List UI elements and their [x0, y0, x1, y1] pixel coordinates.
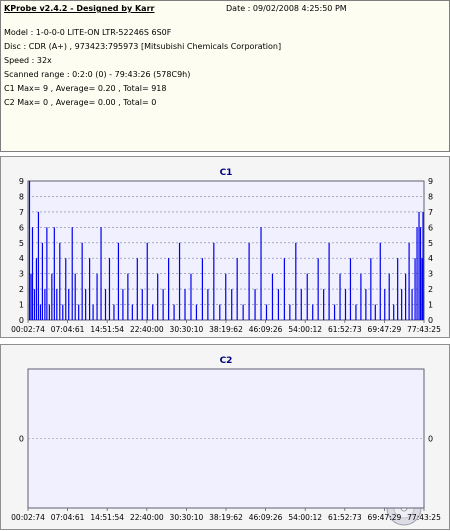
- app-title: KProbe v2.4.2 - Designed by Karr: [4, 4, 155, 13]
- c1-stats-line: C1 Max= 9 , Average= 0.20 , Total= 918: [4, 84, 167, 93]
- c2-stats-line: C2 Max= 0 , Average= 0.00 , Total= 0: [4, 98, 157, 107]
- c1-xtick-label: 07:04:61: [51, 325, 85, 334]
- c1-chart: C1 0 0 1 1 2 2 3 3 4 4 5 5 6 6 7 7 8 8 9 9 00:02:74 07:04:61 14…: [11, 168, 441, 334]
- c1-chart-panel: C1 0 0 1 1 2 2 3 3 4 4 5 5 6 6 7 7 8 8 9 9 00:02:74 07:04:61 14…: [0, 156, 450, 338]
- c2-xtick-label: 00:02:74: [11, 513, 45, 522]
- disc-line: Disc : CDR (A+) , 973423:795973 [Mitsubi…: [4, 42, 282, 51]
- scanned-range-line: Scanned range : 0:2:0 (0) - 79:43:26 (57…: [4, 70, 191, 79]
- c1-xtick-label: 22:40:00: [130, 325, 164, 334]
- c2-xtick-label: 38:19:62: [209, 513, 243, 522]
- model-line: Model : 1-0-0-0 LITE-ON LTR-52246S 6S0F: [4, 28, 172, 37]
- c2-xtick-label: 61:52:73: [328, 513, 362, 522]
- c1-ytick-right: 1: [428, 301, 433, 310]
- c1-xtick-label: 69:47:29: [368, 325, 402, 334]
- c1-xtick-label: 00:02:74: [11, 325, 45, 334]
- c1-ytick-left: 9: [19, 177, 24, 186]
- c1-xtick-label: 30:30:10: [170, 325, 204, 334]
- info-panel: KProbe v2.4.2 - Designed by Karr Date : …: [0, 0, 450, 152]
- c1-ytick-right: 7: [428, 208, 433, 217]
- c2-chart-panel: C2 0 0 00:02:74 07:04:61 14:51:54 22:40:00 30:3…: [0, 344, 450, 530]
- c2-xtick-label: 14:51:54: [90, 513, 124, 522]
- c1-ytick-left: 3: [19, 270, 24, 279]
- c1-ytick-left: 5: [19, 239, 24, 248]
- c1-ytick-right: 8: [428, 192, 433, 201]
- speed-line: Speed : 32x: [4, 56, 52, 65]
- c2-ytick-left: 0: [19, 435, 24, 444]
- c1-title: C1: [220, 168, 233, 178]
- c1-xtick-label: 54:00:12: [288, 325, 322, 334]
- c1-xtick-label: 77:43:25: [407, 325, 441, 334]
- c1-xtick-label: 61:52:73: [328, 325, 362, 334]
- c1-xtick-label: 46:09:26: [249, 325, 283, 334]
- c1-ytick-left: 4: [19, 254, 24, 263]
- c1-ytick-right: 5: [428, 239, 433, 248]
- c1-ytick-left: 2: [19, 285, 24, 294]
- c1-ytick-right: 0: [428, 316, 433, 325]
- c1-ytick-right: 9: [428, 177, 433, 186]
- c2-ytick-right: 0: [428, 435, 433, 444]
- c2-chart: C2 0 0 00:02:74 07:04:61 14:51:54 22:40:00 30:3…: [11, 356, 441, 526]
- c2-xtick-label: 77:43:25: [407, 513, 441, 522]
- c1-ytick-left: 6: [19, 223, 24, 232]
- c1-xtick-label: 14:51:54: [90, 325, 124, 334]
- c1-ytick-left: 7: [19, 208, 24, 217]
- c1-ytick-left: 0: [19, 316, 24, 325]
- c2-xtick-label: 22:40:00: [130, 513, 164, 522]
- c1-ytick-left: 1: [19, 301, 24, 310]
- c2-xtick-label: 54:00:12: [288, 513, 322, 522]
- c2-xtick-label: 30:30:10: [170, 513, 204, 522]
- c2-xtick-label: 07:04:61: [51, 513, 85, 522]
- c1-ytick-left: 8: [19, 192, 24, 201]
- c2-xtick-label: 69:47:29: [368, 513, 402, 522]
- c1-ytick-right: 2: [428, 285, 433, 294]
- c1-ytick-right: 3: [428, 270, 433, 279]
- c1-ytick-right: 4: [428, 254, 433, 263]
- c1-ytick-right: 6: [428, 223, 433, 232]
- c2-xtick-label: 46:09:26: [249, 513, 283, 522]
- c2-title: C2: [220, 356, 233, 366]
- c1-xtick-label: 38:19:62: [209, 325, 243, 334]
- scan-date: Date : 09/02/2008 4:25:50 PM: [226, 4, 347, 13]
